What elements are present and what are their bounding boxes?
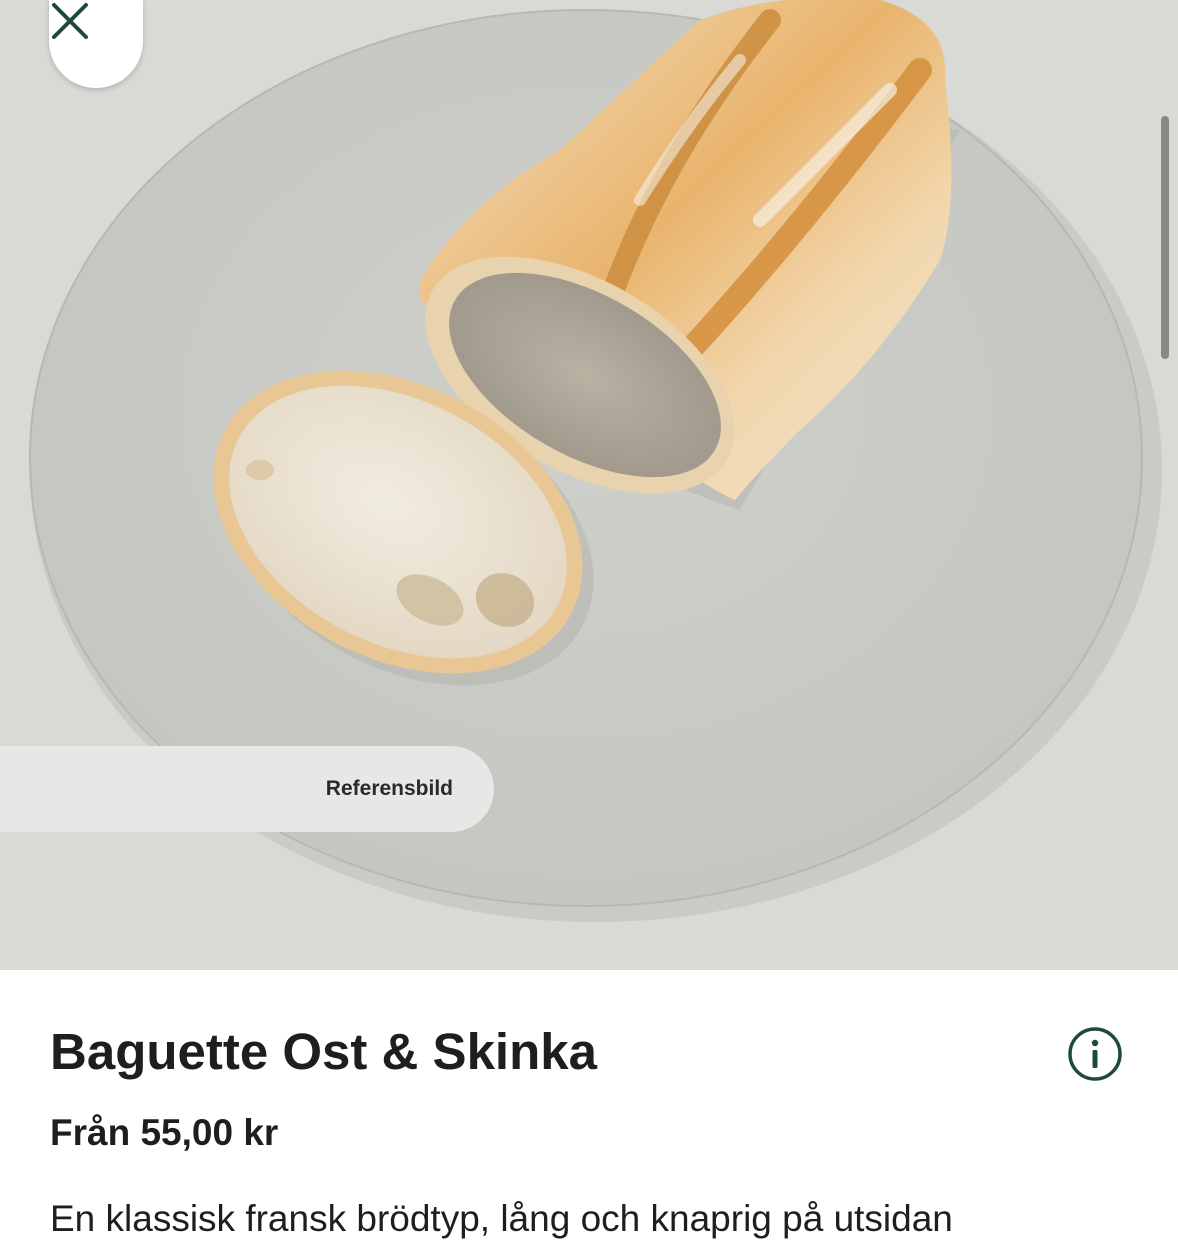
- product-hero-image: Referensbild: [0, 0, 1178, 970]
- product-title: Baguette Ost & Skinka: [50, 1023, 597, 1080]
- product-price: Från 55,00 kr: [50, 1112, 279, 1153]
- reference-image-label: Referensbild: [325, 777, 453, 800]
- product-description: En klassisk fransk brödtyp, lång och kna…: [50, 1198, 953, 1239]
- info-button[interactable]: [1067, 1026, 1123, 1082]
- scrollbar[interactable]: [1161, 116, 1169, 359]
- reference-image-badge: Referensbild: [0, 746, 494, 832]
- info-icon: [1068, 1027, 1122, 1081]
- close-icon: [52, 3, 88, 39]
